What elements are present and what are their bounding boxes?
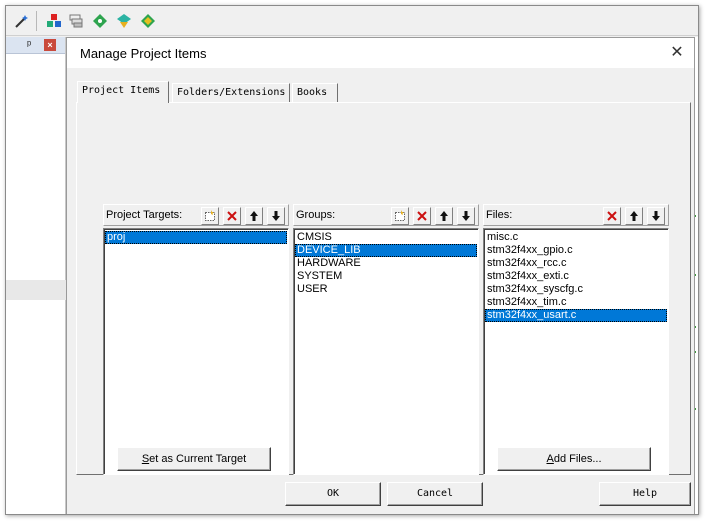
- groups-list[interactable]: CMSIS DEVICE_LIB HARDWARE SYSTEM USER: [293, 228, 479, 475]
- ok-button[interactable]: OK: [285, 482, 381, 506]
- delete-icon: [607, 211, 617, 221]
- close-icon[interactable]: ✕: [668, 44, 686, 62]
- add-files-button[interactable]: Add Files...: [497, 447, 651, 471]
- files-list[interactable]: misc.c stm32f4xx_gpio.c stm32f4xx_rcc.c stm…: [483, 228, 669, 475]
- arrow-up-icon: [630, 211, 638, 221]
- arrow-down-icon: [272, 211, 280, 221]
- delete-group-button[interactable]: [413, 207, 431, 225]
- cancel-button[interactable]: Cancel: [387, 482, 483, 506]
- files-group: Files: misc.c stm32f4xx_gpio.c stm32f4xx_r…: [483, 204, 669, 476]
- new-target-button[interactable]: [201, 207, 219, 225]
- manage-project-items-dialog: Manage Project Items ✕ Project Items Fol…: [66, 37, 695, 514]
- move-target-down-button[interactable]: [267, 207, 285, 225]
- new-icon: [205, 210, 215, 221]
- move-file-down-button[interactable]: [647, 207, 665, 225]
- tab-books[interactable]: Books: [292, 83, 338, 102]
- list-item[interactable]: stm32f4xx_syscfg.c: [485, 283, 667, 296]
- project-panel: ᵖ ×: [6, 37, 66, 514]
- move-file-up-button[interactable]: [625, 207, 643, 225]
- arrow-up-icon: [440, 211, 448, 221]
- groups-label: Groups:: [296, 209, 336, 221]
- groups-header: Groups:: [293, 204, 479, 226]
- ide-toolbar: [6, 6, 698, 36]
- project-targets-header: Project Targets:: [103, 204, 289, 226]
- move-group-up-button[interactable]: [435, 207, 453, 225]
- delete-icon: [417, 211, 427, 221]
- arrow-down-icon: [462, 211, 470, 221]
- project-targets-label: Project Targets:: [106, 209, 183, 221]
- list-item[interactable]: stm32f4xx_gpio.c: [485, 244, 667, 257]
- dialog-titlebar: Manage Project Items ✕: [67, 38, 694, 68]
- project-items-icon[interactable]: [44, 11, 64, 31]
- wand-icon[interactable]: [12, 11, 32, 31]
- files-label: Files:: [486, 209, 513, 221]
- list-item[interactable]: HARDWARE: [295, 257, 477, 270]
- files-header: Files:: [483, 204, 669, 226]
- select-packs-icon[interactable]: [138, 11, 158, 31]
- pack-installer-icon[interactable]: [114, 11, 134, 31]
- list-item[interactable]: misc.c: [485, 231, 667, 244]
- new-group-button[interactable]: [391, 207, 409, 225]
- list-item[interactable]: stm32f4xx_usart.c: [485, 309, 667, 322]
- list-item[interactable]: CMSIS: [295, 231, 477, 244]
- screenshot-frame: ᵖ × Manage Project Items ✕ Project Items…: [5, 5, 699, 515]
- remove-file-button[interactable]: [603, 207, 621, 225]
- tab-folders-extensions[interactable]: Folders/Extensions: [172, 83, 290, 102]
- pin-icon[interactable]: ᵖ: [27, 39, 31, 51]
- add-files-label: Add Files...: [546, 453, 602, 465]
- panel-close-icon[interactable]: ×: [44, 39, 56, 51]
- component-icon[interactable]: [90, 11, 110, 31]
- move-group-down-button[interactable]: [457, 207, 475, 225]
- list-item[interactable]: stm32f4xx_exti.c: [485, 270, 667, 283]
- arrow-up-icon: [250, 211, 258, 221]
- groups-group: Groups: CMSIS DEVICE_LIB HARDWARE SYSTEM USE…: [293, 204, 479, 476]
- project-panel-header: ᵖ ×: [6, 37, 65, 54]
- list-item[interactable]: SYSTEM: [295, 270, 477, 283]
- panel-row: [6, 280, 66, 300]
- tab-page: Project Targets: proj Groups: CMSIS DEVI…: [76, 102, 691, 475]
- list-item[interactable]: DEVICE_LIB: [295, 244, 477, 257]
- new-icon: [395, 210, 405, 221]
- layers-icon[interactable]: [66, 11, 86, 31]
- tab-project-items[interactable]: Project Items: [77, 81, 169, 103]
- set-current-target-button[interactable]: Set as Current Target: [117, 447, 271, 471]
- move-target-up-button[interactable]: [245, 207, 263, 225]
- set-current-target-label: Set as Current Target: [141, 453, 247, 465]
- list-item[interactable]: proj: [105, 231, 287, 244]
- dialog-title: Manage Project Items: [80, 46, 207, 61]
- list-item[interactable]: USER: [295, 283, 477, 296]
- delete-icon: [227, 211, 237, 221]
- delete-target-button[interactable]: [223, 207, 241, 225]
- list-item[interactable]: stm32f4xx_rcc.c: [485, 257, 667, 270]
- list-item[interactable]: stm32f4xx_tim.c: [485, 296, 667, 309]
- arrow-down-icon: [652, 211, 660, 221]
- project-targets-group: Project Targets: proj: [103, 204, 289, 476]
- toolbar-separator: [36, 11, 37, 31]
- help-button[interactable]: Help: [599, 482, 691, 506]
- targets-list[interactable]: proj: [103, 228, 289, 475]
